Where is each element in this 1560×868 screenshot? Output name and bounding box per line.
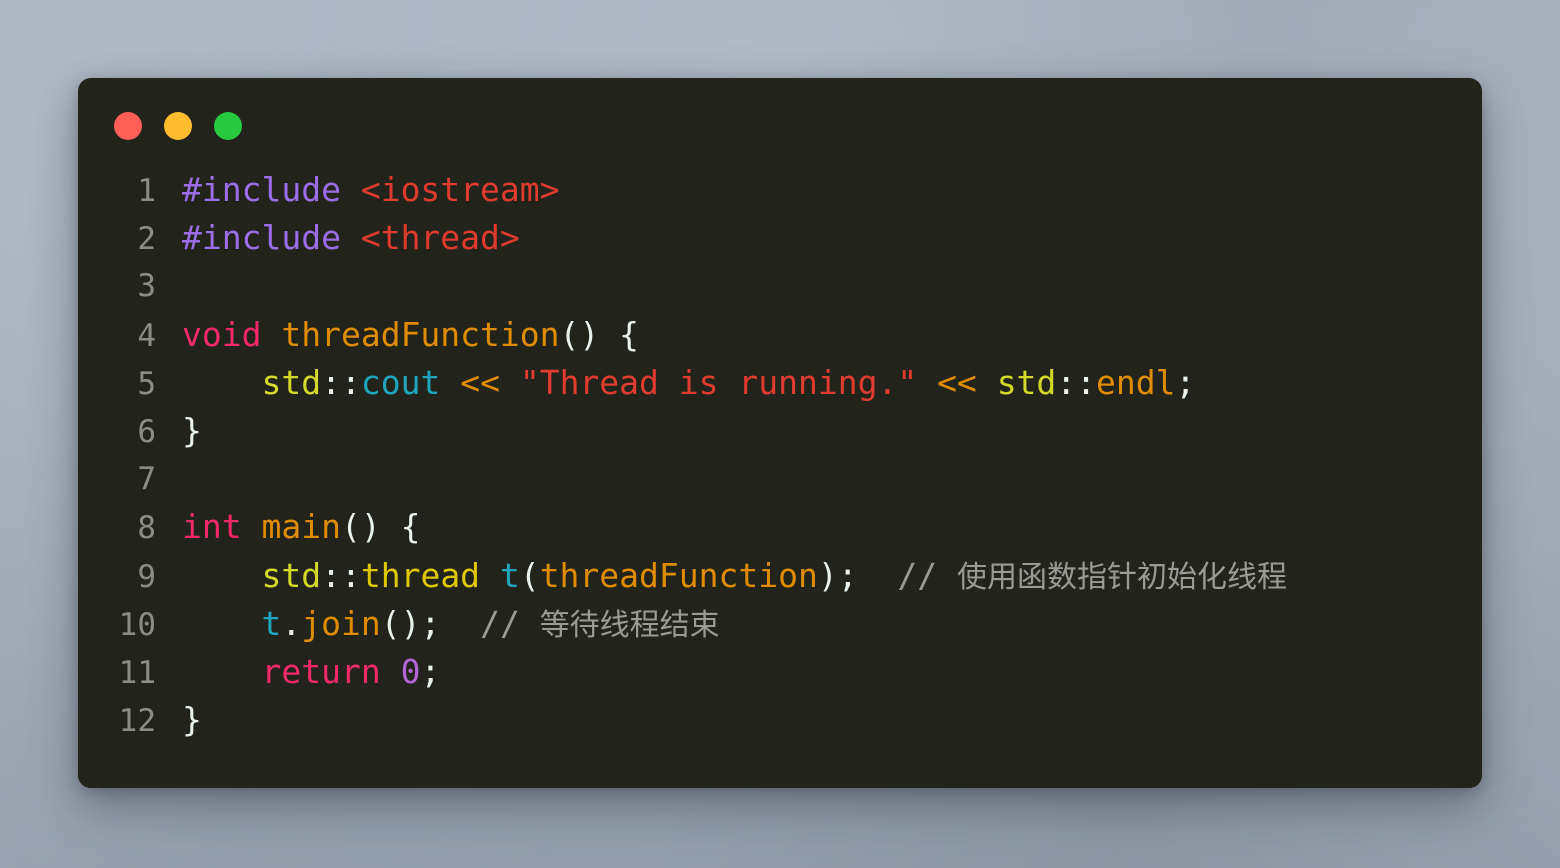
code-token: } [182,700,202,740]
code-line[interactable]: 1 #include <iostream> [78,166,1482,214]
code-line[interactable]: 9 std::thread t(threadFunction); // 使用函数… [78,552,1482,600]
code-token: (); [380,603,441,643]
code-token: threadFunction [539,555,818,595]
line-content: int main() { [156,503,420,551]
line-number: 3 [137,268,156,305]
traffic-light-group [114,112,242,140]
code-token: :: [321,362,361,402]
code-token: thread [360,555,481,595]
code-token: "Thread is running." [519,362,918,402]
code-token: ; [1175,362,1196,402]
code-line[interactable]: 7 [78,455,1482,503]
code-token: return [261,651,381,691]
code-token: #include [182,170,341,209]
line-content: } [156,696,202,744]
line-number: 8 [137,510,156,547]
code-token: 0 [400,651,421,691]
code-token: << [937,362,977,402]
code-token: endl [1096,362,1176,402]
code-token: ); [817,555,858,595]
code-token: . [281,603,302,643]
line-number: 2 [137,221,156,258]
code-token: << [460,362,500,402]
line-content: void threadFunction() { [156,311,639,359]
code-token: cout [360,362,441,402]
line-number: 4 [137,317,156,354]
code-line[interactable]: 4 void threadFunction() { [78,311,1482,359]
code-token: void [182,314,262,354]
line-number: 9 [137,558,156,595]
code-token: ( [519,555,540,595]
line-number: 1 [137,173,156,209]
line-content: #include <thread> [156,214,520,262]
code-token: t [261,603,282,643]
code-token: :: [321,555,361,595]
code-line[interactable]: 2 #include <thread> [78,214,1482,262]
code-token: // [480,603,540,643]
line-content: t.join(); // 等待线程结束 [156,600,720,650]
line-number: 12 [118,703,156,740]
line-content: #include <iostream> [156,166,560,214]
code-token: () { [559,314,639,354]
line-content: } [156,407,202,455]
code-line[interactable]: 5 std::cout << "Thread is running." << s… [78,359,1482,407]
code-token: t [499,555,520,595]
code-token: threadFunction [281,314,560,354]
code-editor-area[interactable]: 1 #include <iostream> 2 #include <thread> 3 4… [78,166,1482,788]
code-window: 1 #include <iostream> 2 #include <thread> 3 4… [78,78,1482,788]
line-content: return 0; [156,648,440,696]
code-line[interactable]: 6} [78,407,1482,455]
code-token: join [301,603,381,643]
code-token: #include [182,218,341,258]
line-number: 5 [137,365,156,402]
code-line[interactable]: 3 [78,262,1482,310]
code-line[interactable]: 11 return 0; [78,648,1482,696]
code-token: 使用函数指针初始化线程 [956,559,1287,595]
window-titlebar [78,78,1482,170]
minimize-button-icon[interactable] [164,112,192,140]
line-number: 11 [118,654,156,691]
code-token: () { [340,507,421,547]
close-button-icon[interactable] [114,112,142,140]
line-number: 7 [137,461,156,498]
code-line[interactable]: 8 int main() { [78,503,1482,551]
code-token: <thread> [360,218,520,258]
code-token: // [897,555,957,595]
code-token: } [182,410,202,450]
code-line[interactable]: 12} [78,696,1482,744]
line-number: 10 [118,606,156,643]
line-number: 6 [137,413,156,450]
line-content: std::thread t(threadFunction); // 使用函数指针… [156,552,1287,602]
line-content: std::cout << "Thread is running." << std… [156,359,1195,407]
code-line[interactable]: 10 t.join(); // 等待线程结束 [78,600,1482,648]
code-token: std [261,555,322,595]
code-token: <iostream> [360,170,560,209]
code-token: 等待线程结束 [539,607,720,643]
code-token: int [182,507,242,547]
code-token: std [996,362,1057,402]
maximize-button-icon[interactable] [214,112,242,140]
code-token: ; [420,651,441,691]
code-token: :: [1056,362,1097,402]
code-token: main [261,507,341,547]
code-token: std [261,362,322,402]
